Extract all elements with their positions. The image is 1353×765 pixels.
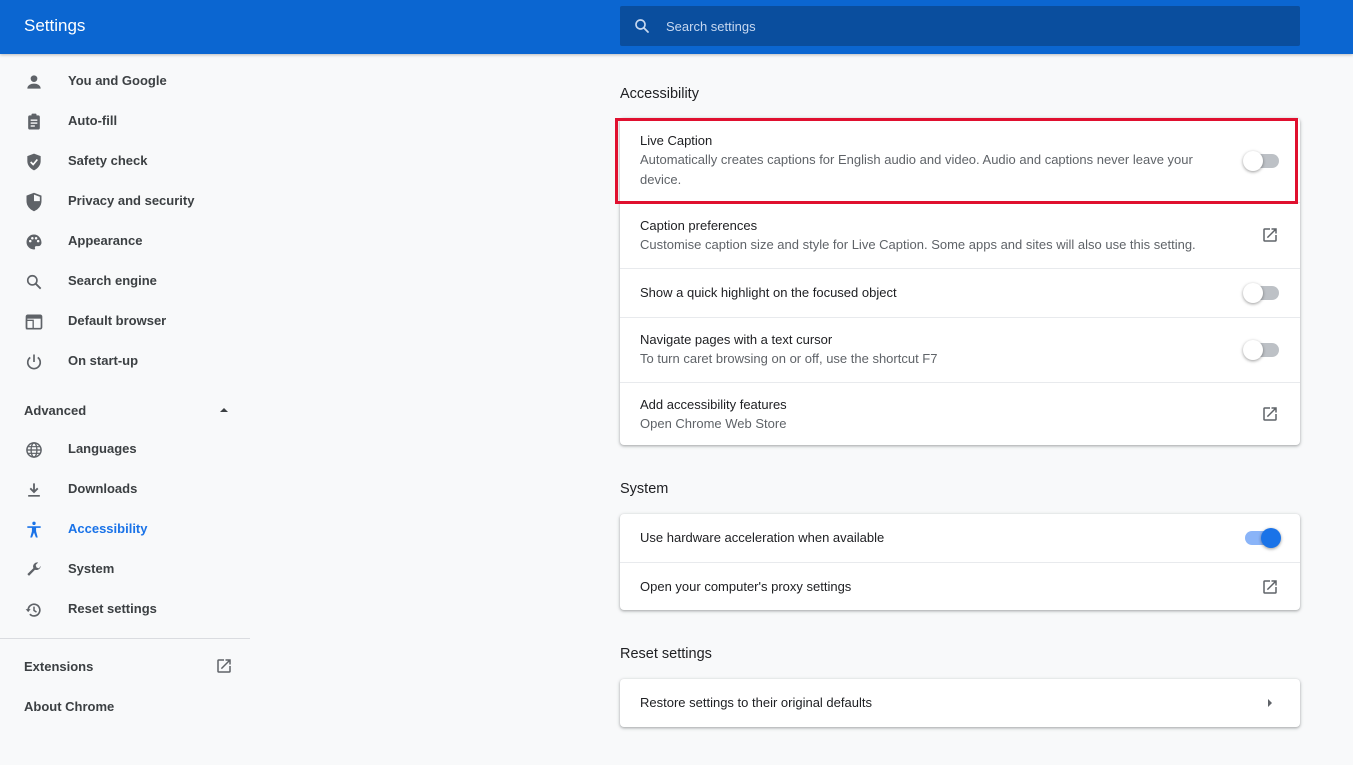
search-icon [26,274,42,290]
sidebar-item-label: System [68,561,115,576]
proxy-settings-title: Open your computer's proxy settings [640,579,852,594]
toggle-knob [1243,151,1263,171]
search-box[interactable] [620,6,1300,46]
download-icon [28,483,40,497]
toggle-knob [1261,528,1281,548]
quick-highlight-title: Show a quick highlight on the focused ob… [640,285,897,300]
sidebar-item-label: Downloads [68,481,138,496]
text-cursor-row[interactable]: Navigate pages with a text cursor To tur… [620,317,1300,382]
top-bar: Settings [0,0,1353,54]
wrench-icon [27,562,41,576]
advanced-label: Advanced [24,403,87,418]
caption-preferences-title: Caption preferences [640,218,758,233]
sidebar-item-label: Appearance [68,233,143,248]
sidebar-item-default-browser[interactable]: Default browser [0,301,250,341]
restore-defaults-title: Restore settings to their original defau… [640,695,872,710]
open-in-new-icon[interactable] [1261,578,1279,596]
clipboard-icon [28,113,40,130]
hardware-acceleration-row[interactable]: Use hardware acceleration when available [620,514,1300,562]
search-input[interactable] [666,6,1286,46]
sidebar-item-label: Privacy and security [68,193,195,208]
live-caption-row[interactable]: Live Caption Automatically creates capti… [620,118,1300,202]
section-title-accessibility: Accessibility [620,86,699,102]
accessibility-icon [27,521,41,538]
add-features-description: Open Chrome Web Store [640,416,787,431]
sidebar-divider [0,638,250,639]
sidebar-item-label: Reset settings [68,601,157,616]
sidebar-item-label: About Chrome [24,699,115,714]
sidebar-item-label: Default browser [68,313,167,328]
text-cursor-title: Navigate pages with a text cursor [640,332,833,347]
quick-highlight-row[interactable]: Show a quick highlight on the focused ob… [620,268,1300,317]
sidebar-item-you-and-google[interactable]: You and Google [0,61,250,101]
person-icon [27,75,41,89]
text-cursor-toggle[interactable] [1243,340,1279,360]
add-accessibility-features-row[interactable]: Add accessibility features Open Chrome W… [620,382,1300,445]
sidebar-item-label: Accessibility [68,521,148,536]
search-icon [635,19,649,33]
arrow-right-icon [1268,699,1272,707]
open-in-new-icon[interactable] [1261,226,1279,244]
section-title-reset-settings: Reset settings [620,646,712,662]
live-caption-toggle[interactable] [1243,151,1279,171]
restore-defaults-row[interactable]: Restore settings to their original defau… [620,679,1300,727]
caret-up-icon [220,408,228,412]
advanced-section-toggle[interactable]: Advanced [0,390,250,430]
caption-preferences-row[interactable]: Caption preferences Customise caption si… [620,202,1300,268]
live-caption-description-line1: Automatically creates captions for Engli… [640,152,1193,167]
sidebar-item-appearance[interactable]: Appearance [0,221,250,261]
sidebar-item-search-engine[interactable]: Search engine [0,261,250,301]
sidebar-item-accessibility[interactable]: Accessibility [0,509,250,549]
shield-half-icon [26,192,42,212]
sidebar-item-on-startup[interactable]: On start-up [0,341,250,381]
toggle-knob [1243,283,1263,303]
sidebar-item-extensions[interactable]: Extensions [0,646,250,686]
sidebar-item-privacy-security[interactable]: Privacy and security [0,181,250,221]
browser-window-icon [25,314,43,330]
open-in-new-icon[interactable] [1261,405,1279,423]
quick-highlight-toggle[interactable] [1243,283,1279,303]
sidebar-item-system[interactable]: System [0,549,250,589]
live-caption-description-line2: device. [640,172,682,187]
open-in-new-icon [217,659,231,673]
caption-preferences-description: Customise caption size and style for Liv… [640,237,1196,252]
sidebar-item-languages[interactable]: Languages [0,429,250,469]
sidebar-item-label: Safety check [68,153,148,168]
sidebar-item-label: You and Google [68,73,167,88]
shield-check-icon [27,153,41,171]
sidebar-item-label: Search engine [68,273,157,288]
text-cursor-description: To turn caret browsing on or off, use th… [640,351,938,366]
history-icon [25,603,41,617]
add-features-title: Add accessibility features [640,397,787,412]
sidebar: You and Google Auto-fill Safety check Pr… [0,54,250,765]
reset-card: Restore settings to their original defau… [620,679,1300,727]
globe-icon [26,442,42,458]
sidebar-item-label: Extensions [24,659,94,674]
proxy-settings-row[interactable]: Open your computer's proxy settings [620,562,1300,610]
system-card: Use hardware acceleration when available… [620,514,1300,610]
palette-icon [26,234,42,250]
page-title: Settings [24,16,86,35]
toggle-knob [1243,340,1263,360]
section-title-system: System [620,481,669,497]
hardware-acceleration-title: Use hardware acceleration when available [640,530,885,545]
accessibility-card: Live Caption Automatically creates capti… [620,118,1300,445]
power-icon [26,354,42,370]
hardware-acceleration-toggle[interactable] [1245,528,1281,548]
sidebar-item-label: Languages [68,441,137,456]
sidebar-item-safety-check[interactable]: Safety check [0,141,250,181]
sidebar-item-reset-settings[interactable]: Reset settings [0,589,250,629]
sidebar-item-downloads[interactable]: Downloads [0,469,250,509]
sidebar-item-autofill[interactable]: Auto-fill [0,101,250,141]
live-caption-title: Live Caption [640,133,713,148]
sidebar-item-label: Auto-fill [68,113,118,128]
sidebar-item-about-chrome[interactable]: About Chrome [0,686,250,726]
sidebar-item-label: On start-up [68,353,139,368]
